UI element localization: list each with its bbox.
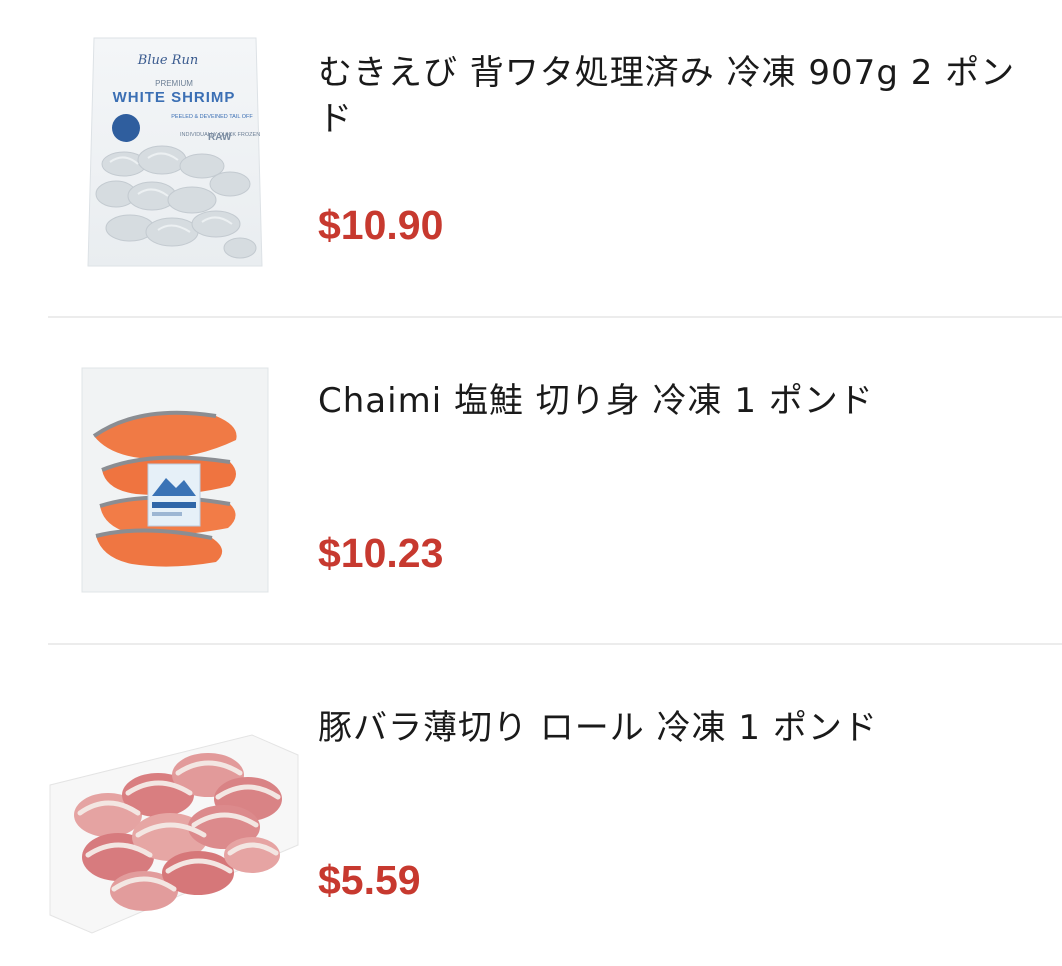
product-title[interactable]: Chaimi 塩鮭 切り身 冷凍 1 ポンド (318, 378, 1048, 424)
product-title[interactable]: 豚バラ薄切り ロール 冷凍 1 ポンド (318, 705, 1048, 751)
svg-text:PEELED & DEVEINED TAIL OFF: PEELED & DEVEINED TAIL OFF (171, 114, 253, 120)
product-card[interactable]: Blue Run PREMIUM WHITE SHRIMP PEELED & D… (0, 0, 1062, 318)
brand-logo-text: Blue Run (137, 53, 198, 68)
salmon-pack-image (81, 367, 269, 593)
product-card[interactable]: Chaimi 塩鮭 切り身 冷凍 1 ポンド $10.23 (0, 318, 1062, 645)
shrimp-bag-image: Blue Run PREMIUM WHITE SHRIMP PEELED & D… (87, 37, 263, 267)
svg-text:WHITE SHRIMP: WHITE SHRIMP (113, 89, 236, 106)
product-list: Blue Run PREMIUM WHITE SHRIMP PEELED & D… (0, 0, 1062, 966)
svg-text:PREMIUM: PREMIUM (155, 79, 193, 88)
svg-text:RAW: RAW (208, 132, 232, 143)
product-image-shrimp[interactable]: Blue Run PREMIUM WHITE SHRIMP PEELED & D… (80, 34, 268, 272)
product-card[interactable]: 豚バラ薄切り ロール 冷凍 1 ポンド $5.59 (0, 645, 1062, 966)
product-image-salmon[interactable] (80, 366, 270, 594)
product-price: $5.59 (318, 857, 421, 903)
product-image-pork[interactable] (48, 695, 300, 935)
product-title[interactable]: むきえび 背ワタ処理済み 冷凍 907g 2 ポンド (318, 50, 1048, 142)
product-price: $10.23 (318, 530, 444, 576)
product-price: $10.90 (318, 202, 444, 248)
pork-belly-tray-image (49, 734, 299, 934)
